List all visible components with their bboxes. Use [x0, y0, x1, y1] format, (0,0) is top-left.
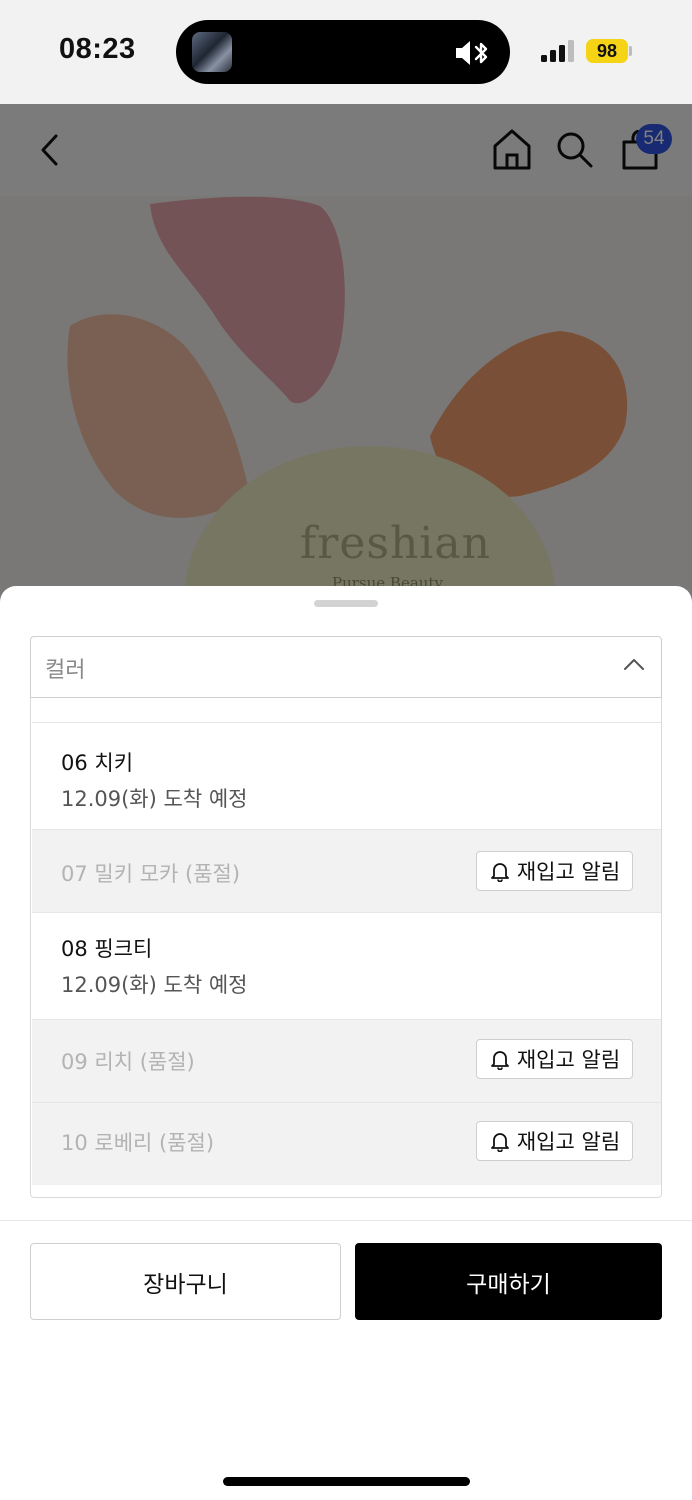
restock-alert-label: 재입고 알림	[516, 1130, 621, 1154]
add-to-cart-button[interactable]: 장바구니	[30, 1243, 341, 1320]
screen: 08:23 98 컬러 06 치키 12.09(화) 도착 예정 07 밀키 모…	[0, 0, 692, 1500]
restock-alert-button[interactable]: 재입고 알림	[476, 851, 633, 891]
battery-nub	[629, 46, 632, 56]
status-bar: 08:23 98	[0, 0, 692, 104]
battery-level: 98	[586, 39, 628, 63]
color-select[interactable]: 컬러	[30, 636, 662, 698]
restock-alert-label: 재입고 알림	[516, 860, 621, 884]
option-name: 08 핑크티	[61, 937, 153, 961]
color-option-08[interactable]: 08 핑크티 12.09(화) 도착 예정	[32, 912, 661, 1019]
bell-icon	[490, 1133, 509, 1152]
restock-alert-label: 재입고 알림	[516, 1048, 621, 1072]
status-time: 08:23	[59, 33, 136, 65]
now-playing-artwork	[192, 32, 232, 72]
option-name: 07 밀키 모카 (품절)	[61, 862, 241, 886]
option-delivery: 12.09(화) 도착 예정	[61, 787, 248, 811]
bell-icon	[490, 1051, 509, 1070]
option-name: 09 리치 (품절)	[61, 1050, 195, 1074]
color-select-label: 컬러	[45, 658, 86, 683]
color-option-10: 10 로베리 (품절) 재입고 알림	[32, 1102, 661, 1185]
modal-overlay[interactable]	[0, 104, 692, 604]
option-delivery: 12.09(화) 도착 예정	[61, 973, 248, 997]
chevron-up-icon	[624, 659, 644, 670]
cellular-signal-icon	[541, 40, 574, 62]
color-option-07: 07 밀키 모카 (품절) 재입고 알림	[32, 829, 661, 912]
sheet-divider	[0, 1220, 692, 1221]
sheet-grabber[interactable]	[314, 600, 378, 607]
restock-alert-button[interactable]: 재입고 알림	[476, 1039, 633, 1079]
buy-now-button[interactable]: 구매하기	[355, 1243, 662, 1320]
option-name: 06 치키	[61, 751, 134, 775]
restock-alert-button[interactable]: 재입고 알림	[476, 1121, 633, 1161]
color-option-list[interactable]: 06 치키 12.09(화) 도착 예정 07 밀키 모카 (품절) 재입고 알…	[30, 698, 662, 1198]
bell-icon	[490, 863, 509, 882]
dynamic-island[interactable]	[176, 20, 510, 84]
speaker-bluetooth-icon	[456, 41, 488, 65]
option-bottom-sheet: 컬러 06 치키 12.09(화) 도착 예정 07 밀키 모카 (품절) 재입	[0, 586, 692, 1500]
home-indicator[interactable]	[223, 1477, 470, 1486]
option-name: 10 로베리 (품절)	[61, 1131, 215, 1155]
color-option-09: 09 리치 (품절) 재입고 알림	[32, 1019, 661, 1102]
color-option-06[interactable]: 06 치키 12.09(화) 도착 예정	[32, 722, 661, 829]
